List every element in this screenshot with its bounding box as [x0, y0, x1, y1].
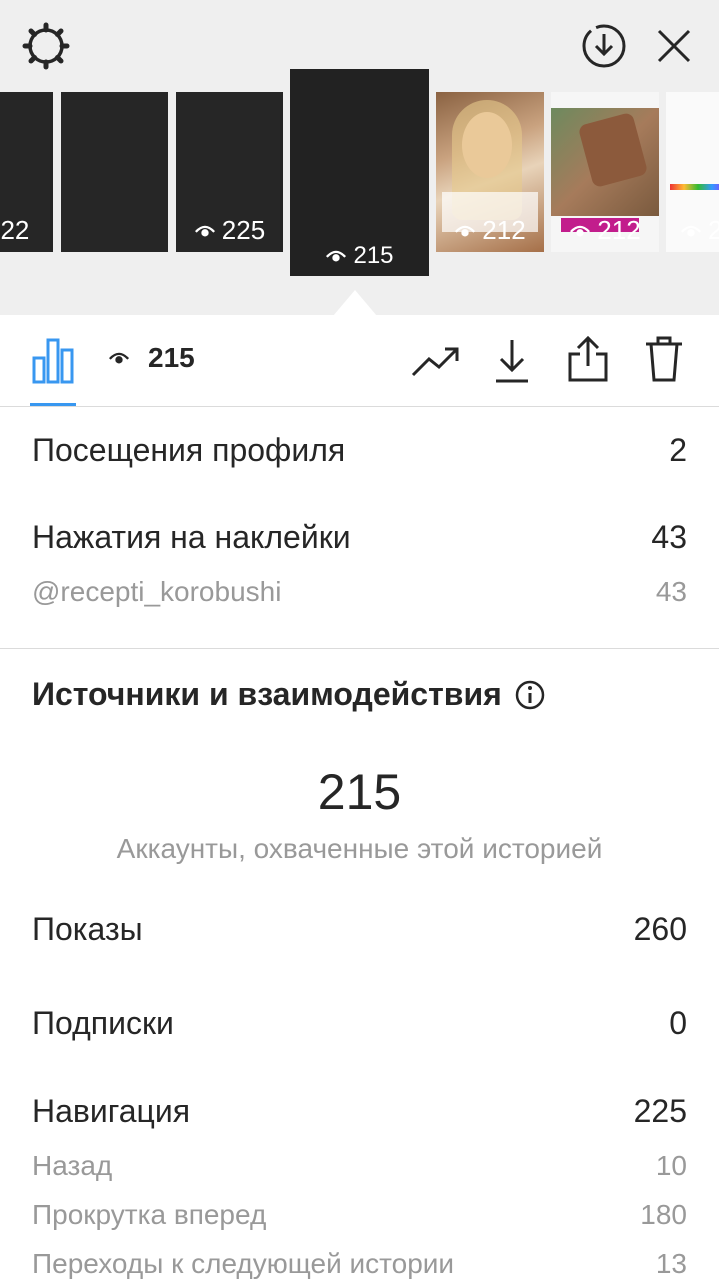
profile-visits-row: Посещения профиля 2: [32, 432, 687, 469]
navigation-row: Навигация 225: [32, 1093, 687, 1130]
view-count: 215: [290, 242, 429, 270]
eye-icon: [326, 250, 347, 262]
sticker-taps-label: Нажатия на наклейки: [32, 519, 351, 555]
eye-icon: [108, 352, 130, 364]
story-thumbnail[interactable]: 225: [176, 92, 283, 252]
next-story-value: 13: [655, 1248, 687, 1279]
download-icon[interactable]: [488, 334, 536, 386]
bar-chart-icon[interactable]: [30, 334, 76, 386]
trending-icon[interactable]: [410, 338, 462, 386]
story-thumbnail[interactable]: 222: [0, 92, 53, 252]
forward-value: 180: [640, 1199, 687, 1230]
view-count: 212: [436, 215, 544, 246]
sticker-taps-row: Нажатия на наклейки 43: [32, 519, 687, 556]
eye-icon: [680, 225, 702, 236]
impressions-value: 260: [633, 911, 687, 947]
eye-icon: [455, 225, 476, 236]
sticker-handle-value: 43: [655, 576, 687, 607]
reach-count: 215: [317, 764, 402, 820]
selected-pointer: [333, 290, 377, 316]
next-story-row: Переходы к следующей истории 13: [32, 1248, 687, 1280]
view-count: 225: [176, 215, 283, 246]
navigation-value: 225: [633, 1093, 687, 1129]
trash-icon[interactable]: [640, 332, 688, 386]
story-thumbnail[interactable]: 2: [666, 92, 719, 252]
discovery-section-title: Источники и взаимодействия: [32, 676, 546, 713]
view-count: 222: [0, 215, 30, 245]
story-strip-header: 222 225 215 212 212: [0, 0, 719, 316]
impressions-label: Показы: [32, 911, 143, 947]
close-icon[interactable]: [648, 20, 700, 72]
back-row: Назад 10: [32, 1150, 687, 1182]
profile-visits-value: 2: [669, 432, 687, 468]
views-count: 215: [148, 342, 195, 373]
sticker-handle-row[interactable]: @recepti_korobushi 43: [32, 576, 687, 608]
forward-row: Прокрутка вперед 180: [32, 1199, 687, 1231]
navigation-label: Навигация: [32, 1093, 191, 1129]
insights-toolbar: 215: [0, 316, 719, 407]
sticker-handle-label[interactable]: @recepti_korobushi: [32, 576, 281, 608]
back-value: 10: [655, 1150, 687, 1181]
story-thumbnail[interactable]: 212: [551, 92, 659, 252]
forward-label: Прокрутка вперед: [32, 1199, 267, 1230]
thumbnail-rainbow-text: [670, 184, 719, 190]
section-divider: [0, 648, 719, 649]
back-label: Назад: [32, 1150, 113, 1181]
story-thumbnail-selected[interactable]: 215: [290, 69, 429, 276]
gear-icon[interactable]: [20, 20, 72, 72]
info-icon[interactable]: [514, 679, 546, 711]
follows-value: 0: [669, 1005, 687, 1041]
story-thumbnail[interactable]: [61, 92, 168, 252]
story-thumbnail[interactable]: 212: [436, 92, 544, 252]
eye-icon: [194, 225, 215, 236]
download-circle-icon[interactable]: [578, 20, 630, 72]
reach-caption: Аккаунты, охваченные этой историей: [116, 833, 603, 864]
view-count: 2: [680, 215, 719, 246]
discovery-title-text: Источники и взаимодействия: [32, 676, 502, 712]
follows-label: Подписки: [32, 1005, 174, 1041]
views-indicator: 215: [108, 342, 195, 374]
next-story-label: Переходы к следующей истории: [32, 1248, 455, 1279]
sticker-taps-value: 43: [651, 519, 687, 555]
follows-row: Подписки 0: [32, 1005, 687, 1042]
eye-icon: [570, 225, 591, 236]
active-tab-indicator: [30, 403, 76, 406]
profile-visits-label: Посещения профиля: [32, 432, 346, 468]
share-icon[interactable]: [564, 332, 612, 386]
view-count: 212: [551, 215, 659, 246]
impressions-row: Показы 260: [32, 911, 687, 948]
